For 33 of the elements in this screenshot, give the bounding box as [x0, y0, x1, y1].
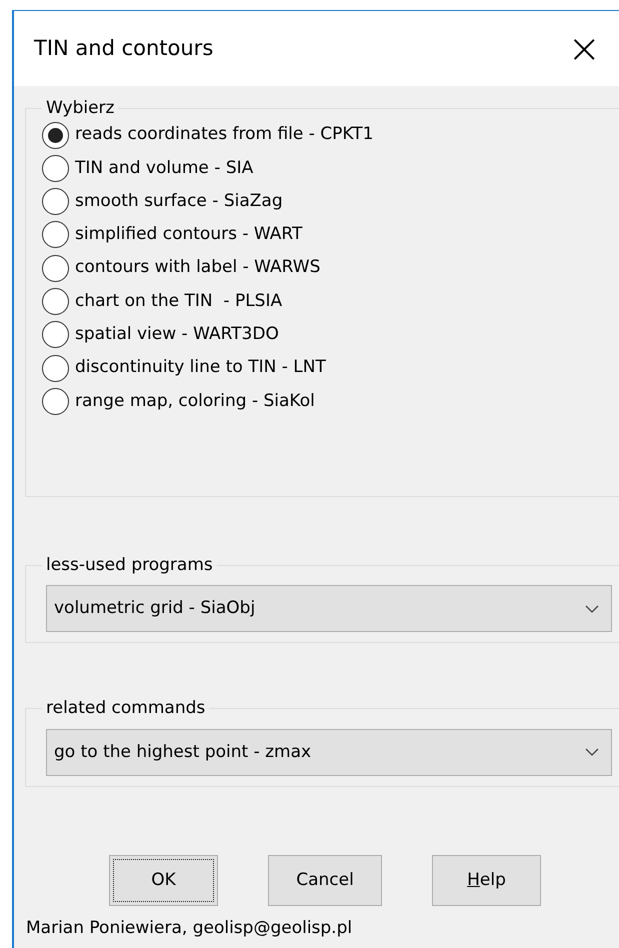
- group-label: less-used programs: [45, 555, 214, 576]
- dropdown[interactable]: go to the highest point - zmax: [46, 728, 612, 776]
- group-label: Wybierz: [45, 98, 116, 118]
- radio-label: chart on the TIN - PLSIA: [75, 290, 282, 313]
- radio-button[interactable]: [42, 122, 69, 149]
- radio-label: smooth surface - SiaZag: [75, 190, 283, 213]
- dropdown-value: volumetric grid - SiaObj: [54, 597, 256, 620]
- dialog-button[interactable]: Help: [432, 854, 541, 906]
- radio-label: contours with label - WARWS: [75, 256, 320, 280]
- radio-button[interactable]: [42, 288, 69, 316]
- radio-button[interactable]: [42, 321, 69, 348]
- author-text: Marian Poniewiera, geolisp@geolisp.pl: [25, 916, 354, 940]
- dropdown-value: go to the highest point - zmax: [54, 740, 312, 764]
- dialog-button[interactable]: OK: [109, 854, 218, 906]
- radio-button[interactable]: [42, 188, 69, 216]
- dialog-button[interactable]: Cancel: [268, 854, 382, 906]
- chevron-down-icon: [585, 604, 599, 613]
- radio-label: spatial view - WART3DO: [75, 323, 279, 346]
- radio-label: reads coordinates from file - CPKT1: [75, 123, 374, 146]
- close-button[interactable]: ×: [563, 28, 605, 68]
- radio-button[interactable]: [42, 388, 69, 415]
- radio-label: discontinuity line to TIN - LNT: [75, 356, 326, 380]
- group-label: related commands: [45, 698, 206, 719]
- radio-button[interactable]: [42, 254, 69, 282]
- dropdown[interactable]: volumetric grid - SiaObj: [46, 585, 612, 632]
- radio-button[interactable]: [42, 221, 69, 248]
- radio-label: TIN and volume - SIA: [75, 156, 254, 180]
- radio-button[interactable]: [42, 354, 69, 382]
- radio-label: range map, coloring - SiaKol: [75, 390, 315, 413]
- radio-button[interactable]: [42, 154, 69, 182]
- chevron-down-icon: [585, 748, 599, 756]
- window-title: TIN and contours: [34, 34, 214, 62]
- radio-label: simplified contours - WART: [75, 223, 302, 246]
